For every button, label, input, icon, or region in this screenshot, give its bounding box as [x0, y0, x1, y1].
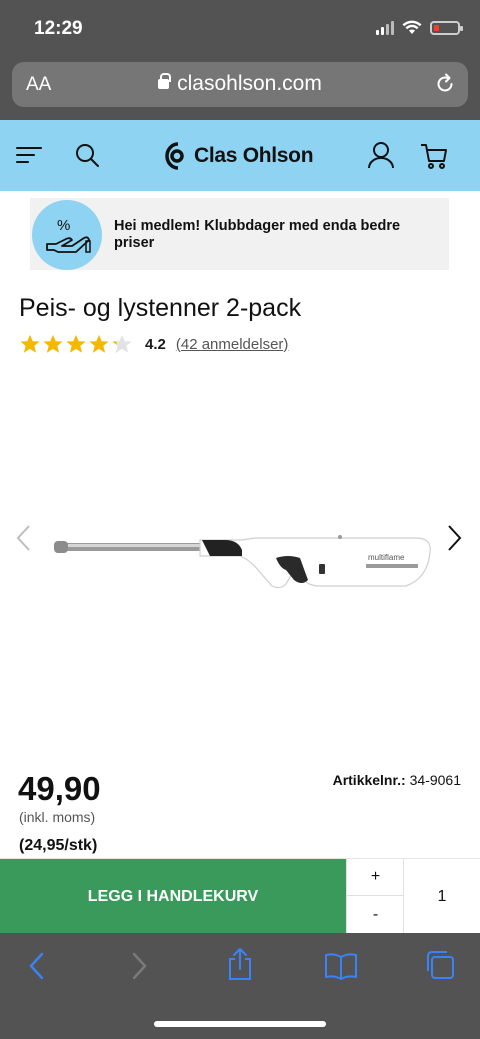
battery-icon	[430, 20, 463, 35]
home-indicator	[154, 1021, 326, 1027]
article-number-label: Artikkelnr.:	[332, 772, 406, 788]
reload-icon[interactable]	[434, 73, 456, 95]
cellular-signal-icon	[376, 20, 394, 35]
product-image-brand: multiflame	[368, 553, 405, 562]
brand-name: Clas Ohlson	[194, 144, 314, 167]
quantity-stepper: + -	[346, 859, 404, 934]
reviews-link[interactable]: (42 anmeldelser)	[176, 336, 289, 353]
price: 49,90	[18, 770, 101, 807]
star-icon	[20, 334, 40, 353]
search-icon[interactable]	[74, 142, 100, 168]
chevron-left-icon[interactable]	[14, 524, 32, 552]
star-icon-partial	[112, 334, 132, 353]
percent-hand-icon: %	[32, 200, 102, 270]
forward-icon[interactable]	[128, 951, 150, 981]
price-vat-note: (inkl. moms)	[19, 809, 96, 825]
rating-value: 4.2	[145, 335, 166, 353]
back-icon[interactable]	[26, 951, 48, 981]
quantity-value[interactable]: 1	[404, 859, 480, 934]
url-text: clasohlson.com	[177, 72, 322, 95]
increase-quantity-button[interactable]: +	[347, 859, 404, 896]
star-icon	[66, 334, 86, 353]
browser-top-chrome: 12:29 AA clasohlson.com	[0, 0, 480, 120]
banner-text: Hei medlem! Klubbdager med enda bedre pr…	[114, 218, 401, 251]
rating-stars	[19, 333, 133, 355]
decrease-quantity-button[interactable]: -	[347, 896, 404, 933]
address-bar[interactable]: AA clasohlson.com	[12, 62, 468, 107]
star-icon	[43, 334, 63, 353]
share-icon[interactable]	[226, 947, 254, 981]
clas-ohlson-logo-icon	[165, 142, 184, 170]
unit-price: (24,95/stk)	[19, 837, 98, 854]
member-banner[interactable]: % Hei medlem! Klubbdager med enda bedre …	[30, 198, 449, 270]
article-number: Artikkelnr.: 34-9061	[333, 772, 461, 788]
menu-icon[interactable]	[16, 142, 42, 168]
add-to-cart-bar: LEGG I HANDLEKURV + - 1	[0, 858, 480, 934]
url-display[interactable]: clasohlson.com	[12, 72, 468, 96]
add-to-cart-button[interactable]: LEGG I HANDLEKURV	[0, 859, 346, 934]
browser-toolbar	[0, 933, 480, 1039]
rating-row: 4.2 (42 anmeldelser)	[19, 333, 288, 355]
chevron-right-icon[interactable]	[446, 524, 464, 552]
star-icon	[89, 334, 109, 353]
bookmarks-icon[interactable]	[324, 951, 358, 981]
site-logo[interactable]: Clas Ohlson	[162, 140, 314, 172]
status-icons	[376, 20, 463, 35]
site-header: Clas Ohlson	[0, 120, 480, 191]
cart-icon[interactable]	[420, 142, 448, 170]
account-icon[interactable]	[368, 141, 394, 169]
tabs-icon[interactable]	[424, 949, 456, 981]
status-time: 12:29	[34, 18, 83, 39]
product-image[interactable]: multiflame	[50, 520, 434, 594]
wifi-icon	[402, 20, 422, 34]
article-number-value: 34-9061	[409, 772, 461, 788]
product-title: Peis- og lystenner 2-pack	[19, 294, 302, 322]
lock-icon	[158, 73, 172, 89]
svg-text:%: %	[57, 217, 70, 234]
